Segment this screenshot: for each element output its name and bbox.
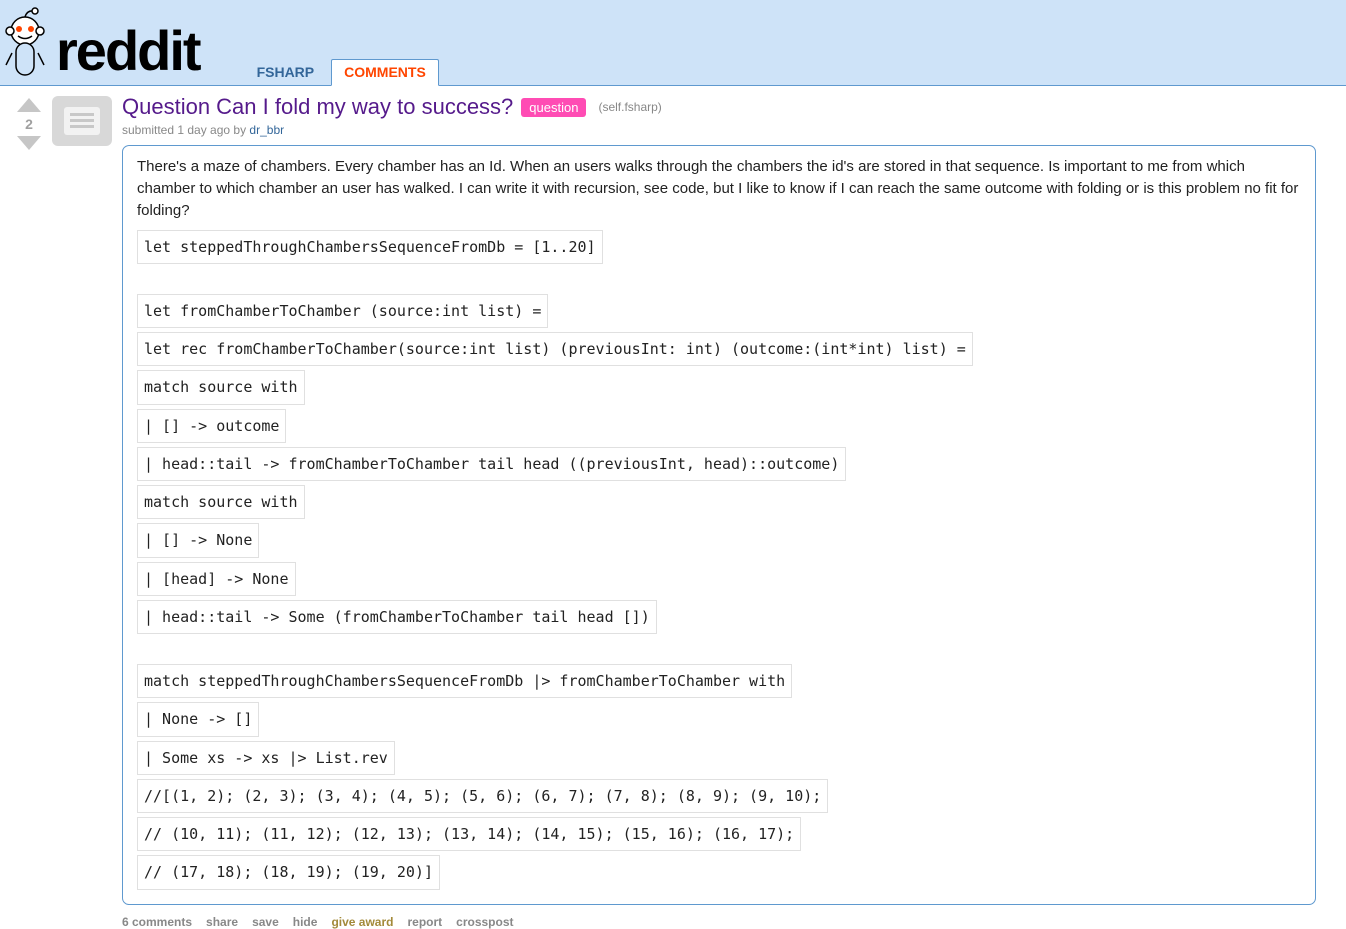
post-actions: 6 comments share save hide give award re… (122, 915, 1316, 929)
tagline-by: by (230, 123, 249, 137)
code-line: let fromChamberToChamber (source:int lis… (137, 294, 548, 328)
post-text: There's a maze of chambers. Every chambe… (137, 156, 1301, 221)
post-title[interactable]: Question Can I fold my way to success? (122, 94, 513, 120)
self-post-thumbnail-icon[interactable] (52, 96, 112, 146)
code-line: //[(1, 2); (2, 3); (3, 4); (4, 5); (5, 6… (137, 779, 828, 813)
post-time: 1 day ago (177, 123, 230, 137)
code-line: match source with (137, 485, 305, 519)
post-author[interactable]: dr_bbr (249, 123, 284, 137)
code-line: match steppedThroughChambersSequenceFrom… (137, 664, 792, 698)
action-report[interactable]: report (407, 915, 442, 929)
reddit-mascot-icon[interactable] (2, 7, 48, 85)
content-area: 2 Question Can I fold my way to success?… (0, 86, 1346, 929)
logo-area: reddit (0, 0, 200, 85)
action-hide[interactable]: hide (293, 915, 318, 929)
post-tagline: submitted 1 day ago by dr_bbr (122, 123, 1316, 137)
code-blank-line (137, 266, 1301, 292)
upvote-icon[interactable] (17, 98, 41, 112)
post-flair[interactable]: question (521, 98, 586, 117)
code-blank-line (137, 636, 1301, 662)
code-line: | head::tail -> Some (fromChamberToChamb… (137, 600, 657, 634)
post-score: 2 (25, 116, 33, 132)
code-line: let rec fromChamberToChamber(source:int … (137, 332, 973, 366)
code-block: let steppedThroughChambersSequenceFromDb… (137, 228, 1301, 892)
post-main: Question Can I fold my way to success? q… (122, 94, 1346, 929)
code-line: | [head] -> None (137, 562, 296, 596)
action-share[interactable]: share (206, 915, 238, 929)
downvote-icon[interactable] (17, 136, 41, 150)
action-save[interactable]: save (252, 915, 279, 929)
code-line: // (10, 11); (11, 12); (12, 13); (13, 14… (137, 817, 801, 851)
thumbnail-column (50, 94, 122, 929)
code-line: match source with (137, 370, 305, 404)
tab-comments[interactable]: comments (331, 59, 439, 86)
site-wordmark[interactable]: reddit (56, 23, 200, 79)
code-line: | [] -> outcome (137, 409, 286, 443)
action-give-award[interactable]: give award (331, 915, 393, 929)
code-line: | None -> [] (137, 702, 259, 736)
code-line: | Some xs -> xs |> List.rev (137, 741, 395, 775)
tagline-prefix: submitted (122, 123, 177, 137)
code-line: | [] -> None (137, 523, 259, 557)
tab-bar: fsharp comments (244, 0, 443, 85)
post-body: There's a maze of chambers. Every chambe… (122, 145, 1316, 904)
code-line: let steppedThroughChambersSequenceFromDb… (137, 230, 603, 264)
vote-column: 2 (8, 94, 50, 929)
action-crosspost[interactable]: crosspost (456, 915, 513, 929)
code-line: | head::tail -> fromChamberToChamber tai… (137, 447, 846, 481)
action-comments[interactable]: 6 comments (122, 915, 192, 929)
tab-subreddit[interactable]: fsharp (244, 59, 328, 85)
post-domain[interactable]: (self.fsharp) (598, 100, 661, 114)
site-header: reddit fsharp comments (0, 0, 1346, 86)
title-line: Question Can I fold my way to success? q… (122, 94, 1316, 120)
code-line: // (17, 18); (18, 19); (19, 20)] (137, 855, 440, 889)
